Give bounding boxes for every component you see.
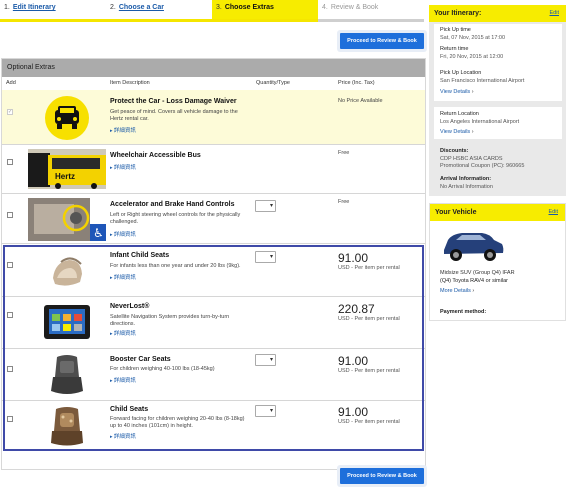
price-note: Free <box>338 150 350 156</box>
wheelchair-bus-image: Hertz <box>28 149 106 189</box>
review-book-label: Review & Book <box>330 4 379 11</box>
more-info-link[interactable]: 詳細資訊 <box>110 230 136 238</box>
pickup-location-value: San Francisco International Airport <box>440 78 525 84</box>
vehicle-more-details-link[interactable]: More Details <box>440 288 474 294</box>
step-number: 1. <box>4 4 10 11</box>
extra-row-ldw: ✓ Protect the Car - Loss Damage Waiver G… <box>2 90 425 145</box>
pickup-time-label: Pick Up time <box>440 27 471 33</box>
itinerary-header: Your Itinerary: Edit <box>429 5 566 22</box>
column-headers: Add Item Description Quantity/Type Price… <box>2 78 425 88</box>
step-edit-itinerary[interactable]: 1. Edit Itinerary <box>0 0 106 22</box>
payment-method-label: Payment method: <box>440 309 487 315</box>
vehicle-edit-link[interactable]: Edit <box>549 209 558 215</box>
arrival-info-value: No Arrival Information <box>440 184 493 190</box>
item-description: Left or Right steering wheel controls fo… <box>110 212 241 225</box>
ldw-checkbox[interactable]: ✓ <box>7 109 13 115</box>
proceed-button-bottom[interactable]: Proceed to Review & Book <box>340 468 424 484</box>
item-name: Protect the Car - Loss Damage Waiver <box>110 98 237 105</box>
proceed-button-top[interactable]: Proceed to Review & Book <box>340 33 424 49</box>
discount-coupon: Promotional Coupon (PC): 960665 <box>440 163 525 169</box>
col-price: Price (Inc. Tax) <box>338 80 375 86</box>
step-review-book: 4. Review & Book <box>318 0 424 22</box>
pickup-view-details-link[interactable]: View Details <box>440 89 474 95</box>
edit-itinerary-link[interactable]: Edit Itinerary <box>13 4 56 11</box>
vehicle-class: Midsize SUV (Group Q4) IFAR <box>440 270 515 276</box>
itinerary-edit-link[interactable]: Edit <box>550 10 559 16</box>
pickup-time-value: Sat, 07 Nov, 2015 at 17:00 <box>440 35 506 41</box>
item-description: Get peace of mind. Covers all vehicle da… <box>110 109 238 122</box>
discounts-label: Discounts: <box>440 148 469 154</box>
item-name: Wheelchair Accessible Bus <box>110 152 201 159</box>
col-item: Item Description <box>110 80 150 86</box>
discount-cdp: CDP HSBC ASIA CARDS <box>440 156 503 162</box>
price-note: Free <box>338 199 350 205</box>
return-time-label: Return time <box>440 46 469 52</box>
return-view-details-link[interactable]: View Details <box>440 129 474 135</box>
choose-extras-label: Choose Extras <box>224 4 274 11</box>
item-name: Accelerator and Brake Hand Controls <box>110 201 235 208</box>
progress-steps: 1. Edit Itinerary 2. Choose a Car 3. Choose… <box>0 0 424 22</box>
col-qty: Quantity/Type <box>256 80 290 86</box>
extra-row-hand-controls: ♿ Accelerator and Brake Hand Controls Le… <box>2 195 425 244</box>
vehicle-model: (Q4) Toyota RAV4 or similar <box>440 278 508 284</box>
arrival-info-label: Arrival Information: <box>440 176 492 182</box>
more-info-link[interactable]: 詳細資訊 <box>110 163 136 171</box>
step-choose-car[interactable]: 2. Choose a Car <box>106 0 212 22</box>
more-info-link[interactable]: 詳細資訊 <box>110 126 136 134</box>
return-location-label: Return Location <box>440 111 479 117</box>
col-add: Add <box>6 80 16 86</box>
step-choose-extras: 3. Choose Extras <box>212 0 318 22</box>
hand-controls-checkbox[interactable] <box>7 212 13 218</box>
optional-extras-header: Optional Extras <box>2 59 425 77</box>
step-number: 4. <box>322 4 328 11</box>
return-location-value: Los Angeles International Airport <box>440 119 520 125</box>
vehicle-header: Your Vehicle Edit <box>430 204 565 221</box>
vehicle-title: Your Vehicle <box>435 209 477 216</box>
itinerary-title: Your Itinerary: <box>434 10 482 17</box>
step-number: 2. <box>110 4 116 11</box>
extra-row-wheelchair-bus: Hertz Wheelchair Accessible Bus 詳細資訊 Fre… <box>2 146 425 194</box>
vehicle-image <box>440 226 506 266</box>
hand-controls-type-select[interactable] <box>255 200 276 212</box>
selected-extras-highlight <box>3 245 424 451</box>
choose-car-link[interactable]: Choose a Car <box>119 4 164 11</box>
car-protection-image <box>28 95 106 141</box>
step-number: 3. <box>216 4 222 11</box>
wheelchair-bus-checkbox[interactable] <box>7 159 13 165</box>
hand-controls-image: ♿ <box>28 198 106 241</box>
price-note: No Price Available <box>338 98 383 104</box>
return-time-value: Fri, 20 Nov, 2015 at 12:00 <box>440 54 504 60</box>
svg-text:Hertz: Hertz <box>55 172 75 181</box>
svg-text:♿: ♿ <box>93 226 104 240</box>
pickup-location-label: Pick Up Location <box>440 70 482 76</box>
